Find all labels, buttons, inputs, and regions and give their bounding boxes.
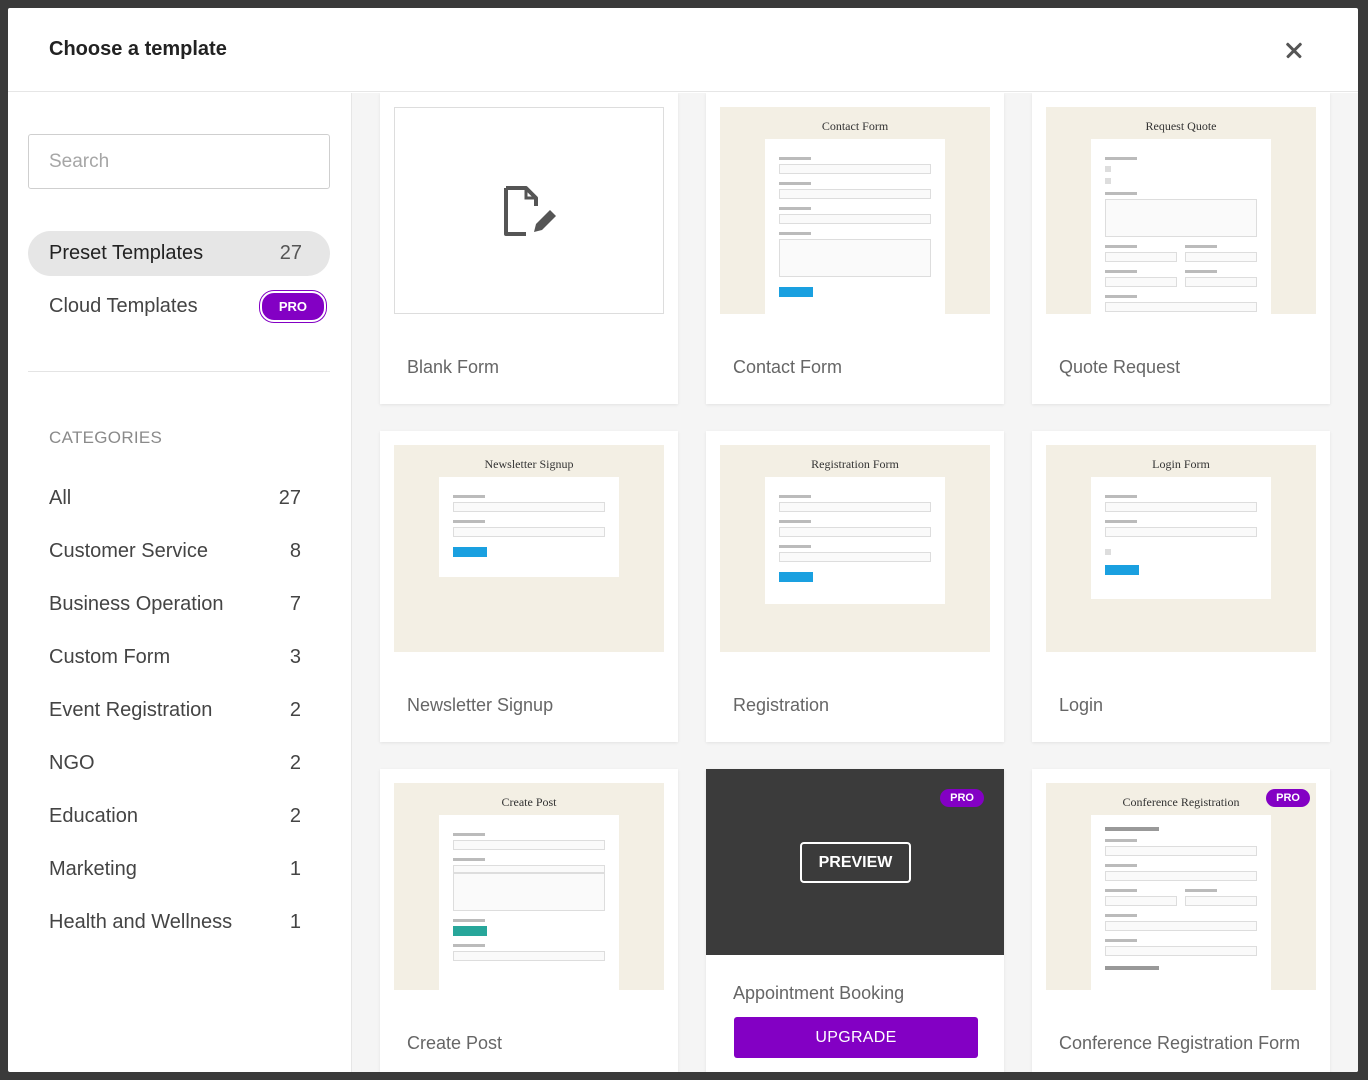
category-label: Customer Service <box>49 540 208 562</box>
thumbnail-title: Registration Form <box>811 457 899 471</box>
thumbnail-title: Login Form <box>1152 457 1210 471</box>
template-thumbnail-overlay: PRO PREVIEW <box>706 769 1004 955</box>
sidebar: Preset Templates 27 Cloud Templates PRO … <box>8 93 352 1072</box>
modal-title: Choose a template <box>49 38 227 60</box>
template-card-create-post[interactable]: Create Post Create Post <box>380 769 678 1072</box>
divider <box>28 371 330 372</box>
template-card-quote-request[interactable]: Request Quote Quote Request <box>1032 93 1330 404</box>
category-label: Education <box>49 805 138 827</box>
pro-badge: PRO <box>1266 789 1310 807</box>
template-label: Contact Form <box>733 357 843 377</box>
category-health-and-wellness[interactable]: Health and Wellness 1 <box>28 896 330 949</box>
category-ngo[interactable]: NGO 2 <box>28 737 330 790</box>
template-grid: Blank Form Contact Form Contact Form Req… <box>352 93 1358 1072</box>
thumbnail-title: Contact Form <box>821 119 889 133</box>
category-education[interactable]: Education 2 <box>28 790 330 843</box>
category-count: 2 <box>289 752 301 774</box>
template-label: Appointment Booking <box>733 983 905 1003</box>
source-cloud-templates[interactable]: Cloud Templates PRO <box>28 284 330 329</box>
category-label: Custom Form <box>49 646 171 668</box>
template-label: Newsletter Signup <box>407 695 554 715</box>
category-count: 2 <box>289 699 301 721</box>
category-all[interactable]: All 27 <box>28 472 330 525</box>
category-label: Health and Wellness <box>49 911 233 933</box>
thumbnail-title: Create Post <box>501 795 557 809</box>
template-modal: Choose a template Preset Templates 27 Cl… <box>8 8 1358 1072</box>
category-label: Event Registration <box>49 699 213 721</box>
pro-badge: PRO <box>259 291 326 322</box>
template-card-registration[interactable]: Registration Form Registration <box>706 431 1004 742</box>
template-label: Blank Form <box>407 357 500 377</box>
modal-header: Choose a template <box>8 8 1358 92</box>
template-thumbnail <box>394 107 664 314</box>
template-label: Registration <box>733 695 830 715</box>
template-card-conference-registration[interactable]: Conference Registration PRO Conference R… <box>1032 769 1330 1072</box>
category-count: 2 <box>289 805 301 827</box>
category-customer-service[interactable]: Customer Service 8 <box>28 525 330 578</box>
category-count: 8 <box>289 540 301 562</box>
source-label: Cloud Templates <box>49 295 198 317</box>
template-label: Conference Registration Form <box>1059 1033 1301 1053</box>
template-card-login[interactable]: Login Form Login <box>1032 431 1330 742</box>
template-card-appointment-booking[interactable]: PRO PREVIEW Appointment Booking UPGRADE <box>706 769 1004 1072</box>
category-count: 1 <box>289 911 301 933</box>
categories-heading: CATEGORIES <box>49 428 163 447</box>
search-input[interactable] <box>28 134 330 189</box>
upgrade-button[interactable]: UPGRADE <box>734 1017 978 1058</box>
category-count: 3 <box>289 646 301 668</box>
pro-badge: PRO <box>940 789 984 807</box>
close-icon[interactable] <box>1282 38 1306 62</box>
category-label: Marketing <box>49 858 137 880</box>
template-thumbnail: Registration Form <box>720 445 990 652</box>
template-thumbnail: Request Quote <box>1046 107 1316 314</box>
template-thumbnail: Newsletter Signup <box>394 445 664 652</box>
file-edit-icon <box>504 186 556 236</box>
template-thumbnail: Create Post <box>394 783 664 990</box>
source-label: Preset Templates <box>49 242 204 264</box>
template-label: Create Post <box>407 1033 503 1053</box>
template-card-blank-form[interactable]: Blank Form <box>380 93 678 404</box>
thumbnail-title: Newsletter Signup <box>484 457 574 471</box>
category-count: 7 <box>289 593 301 615</box>
thumbnail-title: Request Quote <box>1145 119 1217 133</box>
template-card-newsletter-signup[interactable]: Newsletter Signup Newsletter Signup <box>380 431 678 742</box>
template-thumbnail: Login Form <box>1046 445 1316 652</box>
source-count: 27 <box>279 242 302 264</box>
category-label: All <box>49 487 72 509</box>
template-thumbnail: Contact Form <box>720 107 990 314</box>
category-marketing[interactable]: Marketing 1 <box>28 843 330 896</box>
category-label: NGO <box>49 752 95 774</box>
category-count: 27 <box>278 487 301 509</box>
template-label: Login <box>1059 695 1104 715</box>
template-label: Quote Request <box>1059 357 1181 377</box>
template-thumbnail: Conference Registration <box>1046 783 1316 990</box>
category-count: 1 <box>289 858 301 880</box>
template-card-contact-form[interactable]: Contact Form Contact Form <box>706 93 1004 404</box>
preview-button[interactable]: PREVIEW <box>800 842 911 883</box>
category-event-registration[interactable]: Event Registration 2 <box>28 684 330 737</box>
category-custom-form[interactable]: Custom Form 3 <box>28 631 330 684</box>
source-preset-templates[interactable]: Preset Templates 27 <box>28 231 330 276</box>
category-business-operation[interactable]: Business Operation 7 <box>28 578 330 631</box>
category-label: Business Operation <box>49 593 224 615</box>
